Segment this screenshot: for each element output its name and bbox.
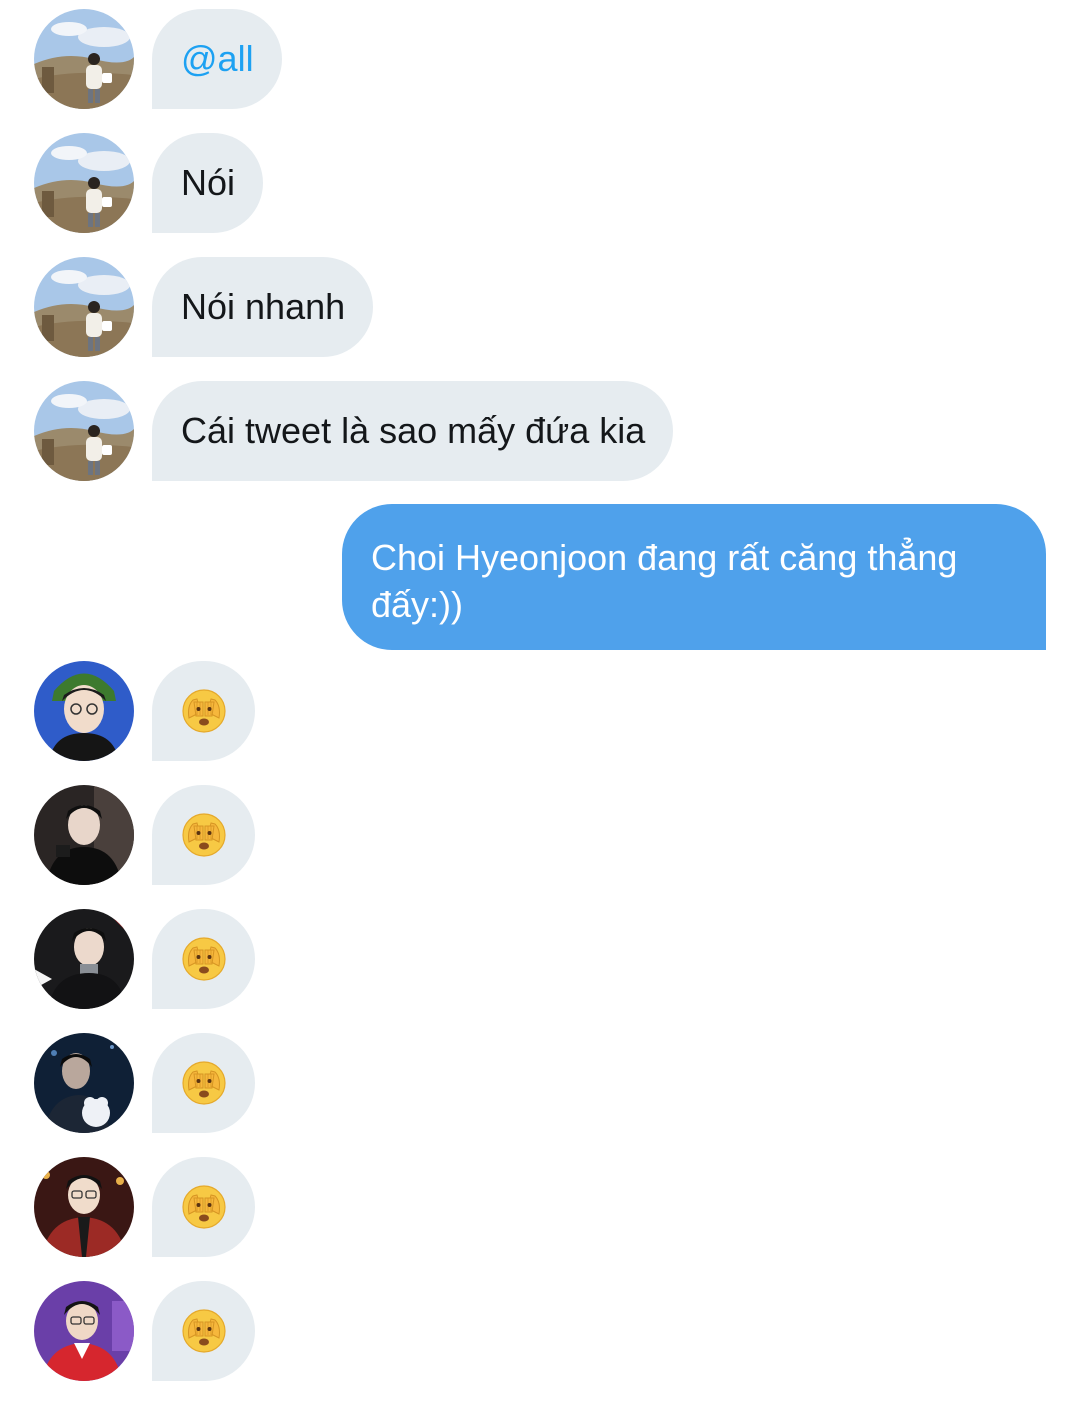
landscape-user-avatar[interactable] [34, 9, 134, 109]
face-with-hand-over-eyes-emoji [181, 688, 227, 734]
message-text: Choi Hyeonjoon đang rất căng thẳng đấy:)… [371, 537, 958, 625]
user-avatar-red-plaid[interactable] [34, 1157, 134, 1257]
reaction-bubble[interactable] [152, 1157, 255, 1257]
reaction-bubble[interactable] [152, 785, 255, 885]
message-text: Nói nhanh [181, 286, 346, 327]
landscape-user-avatar[interactable] [34, 257, 134, 357]
message-bubble[interactable]: Nói nhanh [152, 257, 374, 357]
user-avatar-black-suit[interactable] [34, 909, 134, 1009]
message-text: Cái tweet là sao mấy đứa kia [181, 410, 646, 451]
reaction-bubble[interactable] [152, 909, 255, 1009]
outgoing-message-bubble[interactable]: Choi Hyeonjoon đang rất căng thẳng đấy:)… [342, 504, 1046, 650]
face-with-hand-over-eyes-emoji [181, 1060, 227, 1106]
mention-link[interactable]: @all [181, 38, 254, 80]
face-with-hand-over-eyes-emoji [181, 1308, 227, 1354]
reaction-bubble[interactable] [152, 1281, 255, 1381]
face-with-hand-over-eyes-emoji [181, 936, 227, 982]
reaction-bubble[interactable] [152, 661, 255, 761]
message-text: Nói [181, 162, 236, 203]
face-with-hand-over-eyes-emoji [181, 812, 227, 858]
landscape-user-avatar[interactable] [34, 381, 134, 481]
message-bubble[interactable]: Nói [152, 133, 264, 233]
reaction-bubble[interactable] [152, 1033, 255, 1133]
face-with-hand-over-eyes-emoji [181, 1184, 227, 1230]
user-avatar-blue[interactable] [34, 661, 134, 761]
message-bubble[interactable]: Cái tweet là sao mấy đứa kia [152, 381, 674, 481]
landscape-user-avatar[interactable] [34, 133, 134, 233]
user-avatar-purple[interactable] [34, 1281, 134, 1381]
message-bubble[interactable]: @all [152, 9, 282, 109]
user-avatar-night[interactable] [34, 1033, 134, 1133]
user-avatar-dark[interactable] [34, 785, 134, 885]
